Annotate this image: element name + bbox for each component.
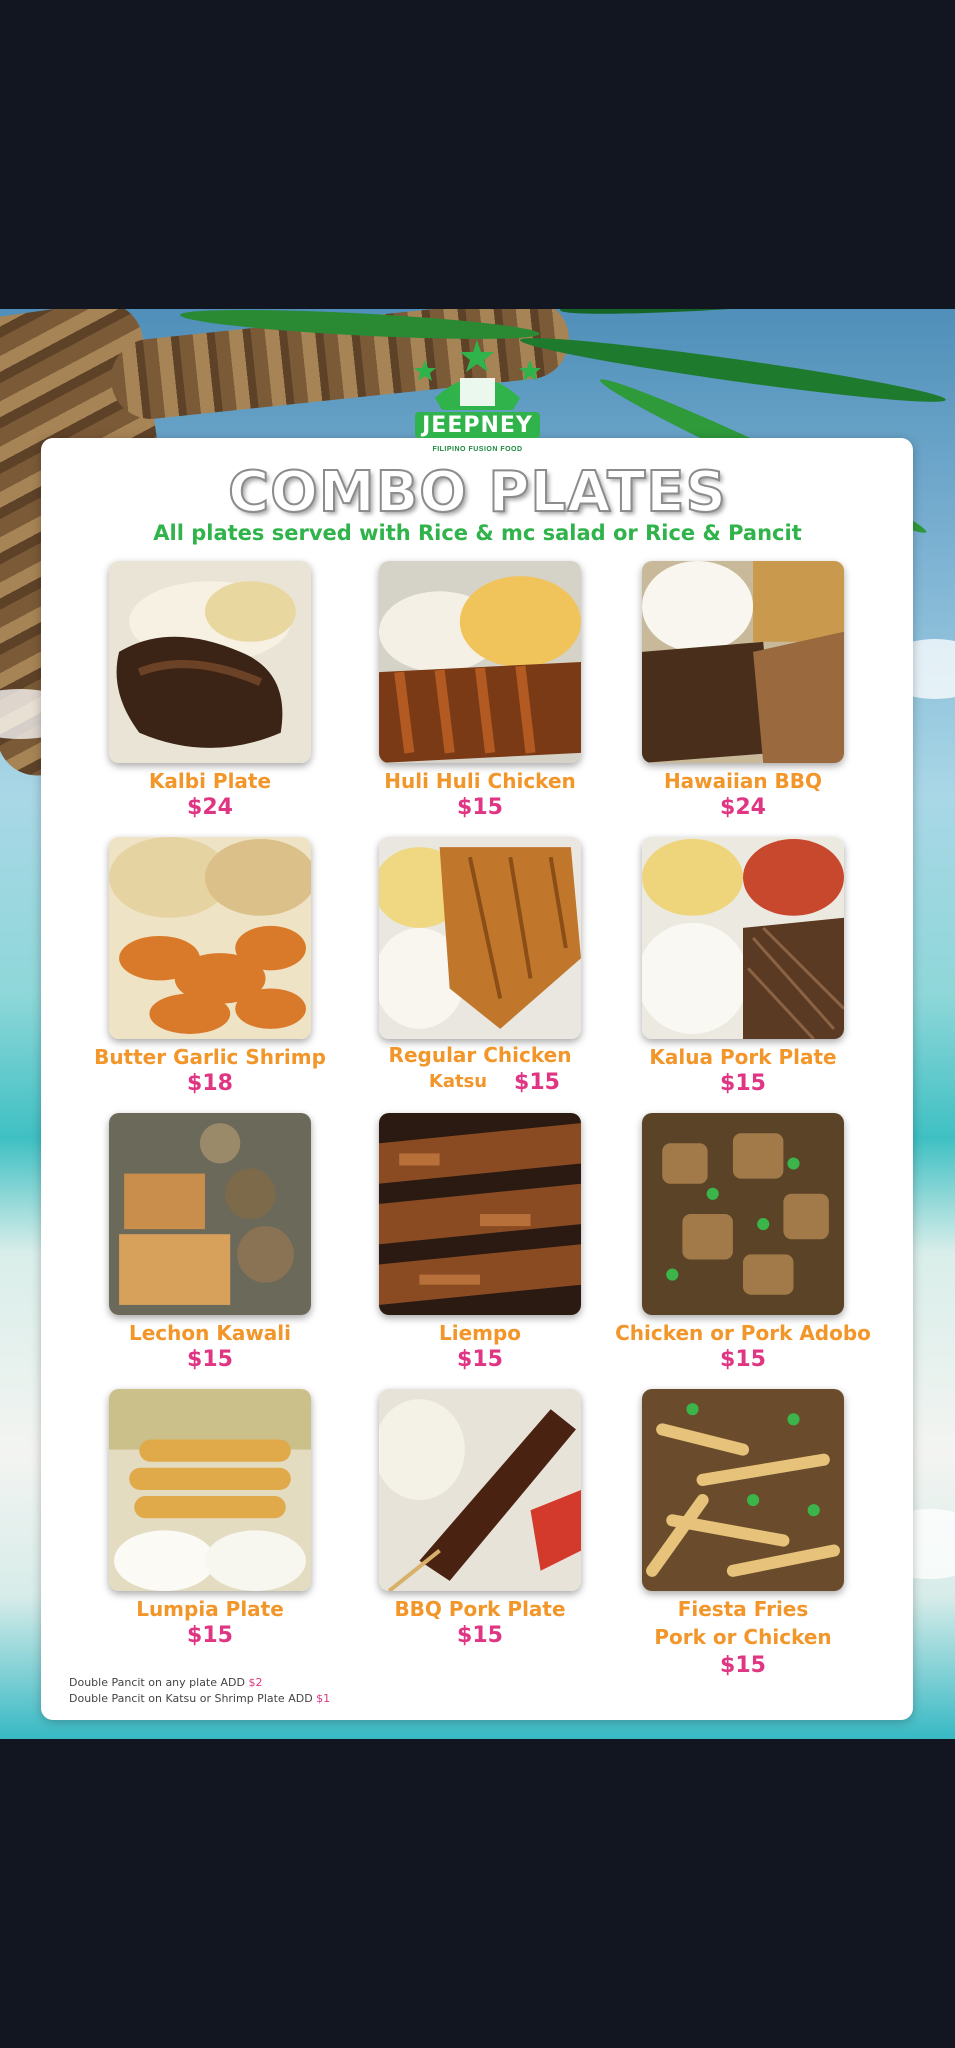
liempo-photo <box>379 1113 581 1315</box>
lumpia-plate-photo <box>109 1389 311 1591</box>
item-name: Kalbi Plate <box>148 769 272 793</box>
kalbi-plate-photo <box>109 561 311 763</box>
palm-frond <box>559 309 955 321</box>
item-price: $24 <box>187 795 233 820</box>
bbq-pork-plate-photo <box>379 1389 581 1591</box>
item-name: Hawaiian BBQ <box>663 769 823 793</box>
item-price: $15 <box>720 1653 766 1678</box>
item-price: $15 <box>457 1623 503 1648</box>
item-name: Lechon Kawali <box>128 1321 292 1345</box>
huli-huli-chicken-photo <box>379 561 581 763</box>
item-price: $24 <box>720 795 766 820</box>
item-price: $15 <box>720 1347 766 1372</box>
item-price: $15 <box>187 1623 233 1648</box>
chicken-katsu-photo <box>379 837 581 1039</box>
butter-garlic-shrimp-photo <box>109 837 311 1039</box>
kalua-pork-plate-photo <box>642 837 844 1039</box>
item-name: Chicken or Pork Adobo <box>615 1321 871 1345</box>
item-name: Fiesta Fries <box>677 1597 809 1621</box>
item-price: $15 <box>720 1071 766 1096</box>
adobo-photo <box>642 1113 844 1315</box>
item-price: $18 <box>187 1071 233 1096</box>
page-title: COMBO PLATES <box>227 459 727 526</box>
item-name-line2: Pork or Chicken <box>654 1625 832 1649</box>
item-name: Huli Huli Chicken <box>384 769 576 793</box>
item-price: $15 <box>457 795 503 820</box>
palm-frond <box>518 329 948 411</box>
brand-name: JEEPNEY <box>422 413 533 438</box>
item-price: $15 <box>187 1347 233 1372</box>
menu-subtitle: All plates served with Rice & mc salad o… <box>153 521 802 545</box>
item-name: Kalua Pork Plate <box>649 1045 837 1069</box>
lechon-kawali-photo <box>109 1113 311 1315</box>
footnote-double-pancit-katsu-shrimp: Double Pancit on Katsu or Shrimp Plate A… <box>69 1692 331 1705</box>
item-name: Regular Chicken <box>388 1043 572 1067</box>
footnote-double-pancit-any: Double Pancit on any plate ADD $2 <box>69 1676 263 1689</box>
brand-tagline: FILIPINO FUSION FOOD <box>432 446 523 453</box>
item-name: Lumpia Plate <box>136 1597 284 1621</box>
item-name: Liempo <box>438 1321 522 1345</box>
hawaiian-bbq-photo <box>642 561 844 763</box>
item-price: $15 <box>457 1347 503 1372</box>
fiesta-fries-photo <box>642 1389 844 1591</box>
item-name: Butter Garlic Shrimp <box>94 1045 326 1069</box>
item-name: BBQ Pork Plate <box>394 1597 566 1621</box>
